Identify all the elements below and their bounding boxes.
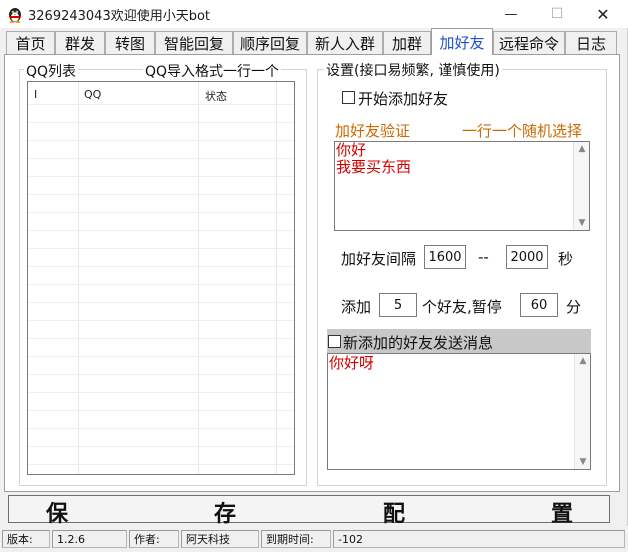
- qq-list-view[interactable]: I QQ 状态: [27, 81, 295, 475]
- interval-min-input[interactable]: 1600: [424, 245, 466, 269]
- save-button-char: 存: [214, 501, 237, 527]
- add-friend-panel: QQ列表 QQ导入格式一行一个 I QQ 状态 设置(接口易频繁, 谨慎使用) …: [4, 54, 620, 492]
- tab-remote-command[interactable]: 远程命令: [493, 31, 565, 54]
- author-label: 作者:: [129, 530, 179, 548]
- row-line: [28, 446, 294, 447]
- send-message-textarea[interactable]: 你好呀 ▲ ▼: [327, 353, 591, 470]
- expire-value: -102: [333, 530, 625, 548]
- column-header-qq[interactable]: QQ: [84, 88, 101, 101]
- verify-message-line: 你好: [336, 141, 367, 159]
- start-add-label[interactable]: 开始添加好友: [358, 88, 448, 109]
- row-line: [28, 284, 294, 285]
- tab-sequential-reply[interactable]: 顺序回复: [233, 31, 307, 54]
- row-line: [28, 302, 294, 303]
- scroll-down-icon[interactable]: ▼: [575, 455, 591, 469]
- column-header-status[interactable]: 状态: [205, 88, 227, 104]
- row-line: [28, 338, 294, 339]
- tab-join-group[interactable]: 加群: [383, 31, 431, 54]
- tab-home[interactable]: 首页: [6, 31, 55, 54]
- verify-label: 加好友验证: [335, 122, 411, 140]
- pause-minutes-input[interactable]: 60: [520, 293, 558, 317]
- row-line: [28, 428, 294, 429]
- row-line: [28, 320, 294, 321]
- scroll-down-icon[interactable]: ▼: [574, 216, 590, 230]
- row-line: [28, 410, 294, 411]
- qq-list-title: QQ列表: [24, 61, 79, 81]
- row-line: [28, 176, 294, 177]
- send-message-label[interactable]: 新添加的好友发送消息: [343, 332, 493, 353]
- tab-convert-image[interactable]: 转图: [105, 31, 155, 54]
- interval-label: 加好友间隔: [341, 250, 417, 268]
- send-message-checkbox[interactable]: [328, 335, 341, 348]
- interval-unit: 秒: [558, 250, 574, 268]
- verify-message-textarea[interactable]: 你好 我要买东西 ▲ ▼: [334, 141, 590, 231]
- row-line: [28, 140, 294, 141]
- scroll-up-icon[interactable]: ▲: [575, 354, 591, 368]
- start-add-checkbox[interactable]: [342, 91, 355, 104]
- row-line: [28, 122, 294, 123]
- row-line: [28, 158, 294, 159]
- qq-penguin-icon: [9, 8, 21, 23]
- pause-unit: 分: [566, 298, 582, 316]
- row-line: [28, 356, 294, 357]
- version-value: 1.2.6: [52, 530, 127, 548]
- qq-import-hint: QQ导入格式一行一个: [143, 61, 282, 81]
- version-label: 版本:: [2, 530, 50, 548]
- row-line: [28, 374, 294, 375]
- save-config-button[interactable]: 保 存 配 置: [8, 495, 610, 527]
- row-line: [28, 230, 294, 231]
- interval-separator: --: [478, 248, 489, 266]
- verify-message-line: 我要买东西: [336, 158, 412, 176]
- send-message-scrollbar[interactable]: ▲ ▼: [574, 354, 590, 469]
- tab-log[interactable]: 日志: [565, 31, 617, 54]
- row-line: [28, 212, 294, 213]
- scroll-up-icon[interactable]: ▲: [574, 142, 590, 156]
- row-line: [28, 194, 294, 195]
- row-line: [28, 104, 294, 105]
- tab-bar: 首页 群发 转图 智能回复 顺序回复 新人入群 加群 加好友 远程命令 日志: [4, 28, 620, 55]
- column-header-index[interactable]: I: [34, 88, 37, 101]
- expire-label: 到期时间:: [261, 530, 331, 548]
- status-bar: 版本: 1.2.6 作者: 阿天科技 到期时间: -102: [0, 526, 628, 552]
- verify-scrollbar[interactable]: ▲ ▼: [573, 142, 589, 230]
- maximize-button[interactable]: ☐: [534, 0, 580, 28]
- tab-add-friend[interactable]: 加好友: [431, 28, 493, 55]
- title-bar: 3269243043欢迎使用小天bot — ☐ ✕: [0, 0, 628, 28]
- send-message-text: 你好呀: [329, 354, 375, 372]
- tab-new-member[interactable]: 新人入群: [307, 31, 383, 54]
- verify-hint: 一行一个随机选择: [462, 122, 583, 140]
- add-count-input[interactable]: 5: [379, 293, 417, 317]
- pause-label: 个好友,暂停: [422, 298, 502, 316]
- window-title: 3269243043欢迎使用小天bot: [28, 9, 211, 24]
- close-button[interactable]: ✕: [580, 0, 626, 28]
- tab-smart-reply[interactable]: 智能回复: [155, 31, 233, 54]
- save-button-char: 保: [46, 501, 69, 527]
- row-line: [28, 392, 294, 393]
- save-button-char: 配: [383, 501, 406, 527]
- row-line: [28, 248, 294, 249]
- interval-max-input[interactable]: 2000: [506, 245, 548, 269]
- author-value: 阿天科技: [181, 530, 259, 548]
- minimize-button[interactable]: —: [488, 0, 534, 28]
- app-window: 3269243043欢迎使用小天bot — ☐ ✕ 首页 群发 转图 智能回复 …: [0, 0, 628, 552]
- save-button-char: 置: [551, 501, 574, 527]
- tab-mass-send[interactable]: 群发: [55, 31, 105, 54]
- row-line: [28, 266, 294, 267]
- add-count-label: 添加: [341, 298, 372, 316]
- settings-title: 设置(接口易频繁, 谨慎使用): [324, 60, 502, 80]
- row-line: [28, 464, 294, 465]
